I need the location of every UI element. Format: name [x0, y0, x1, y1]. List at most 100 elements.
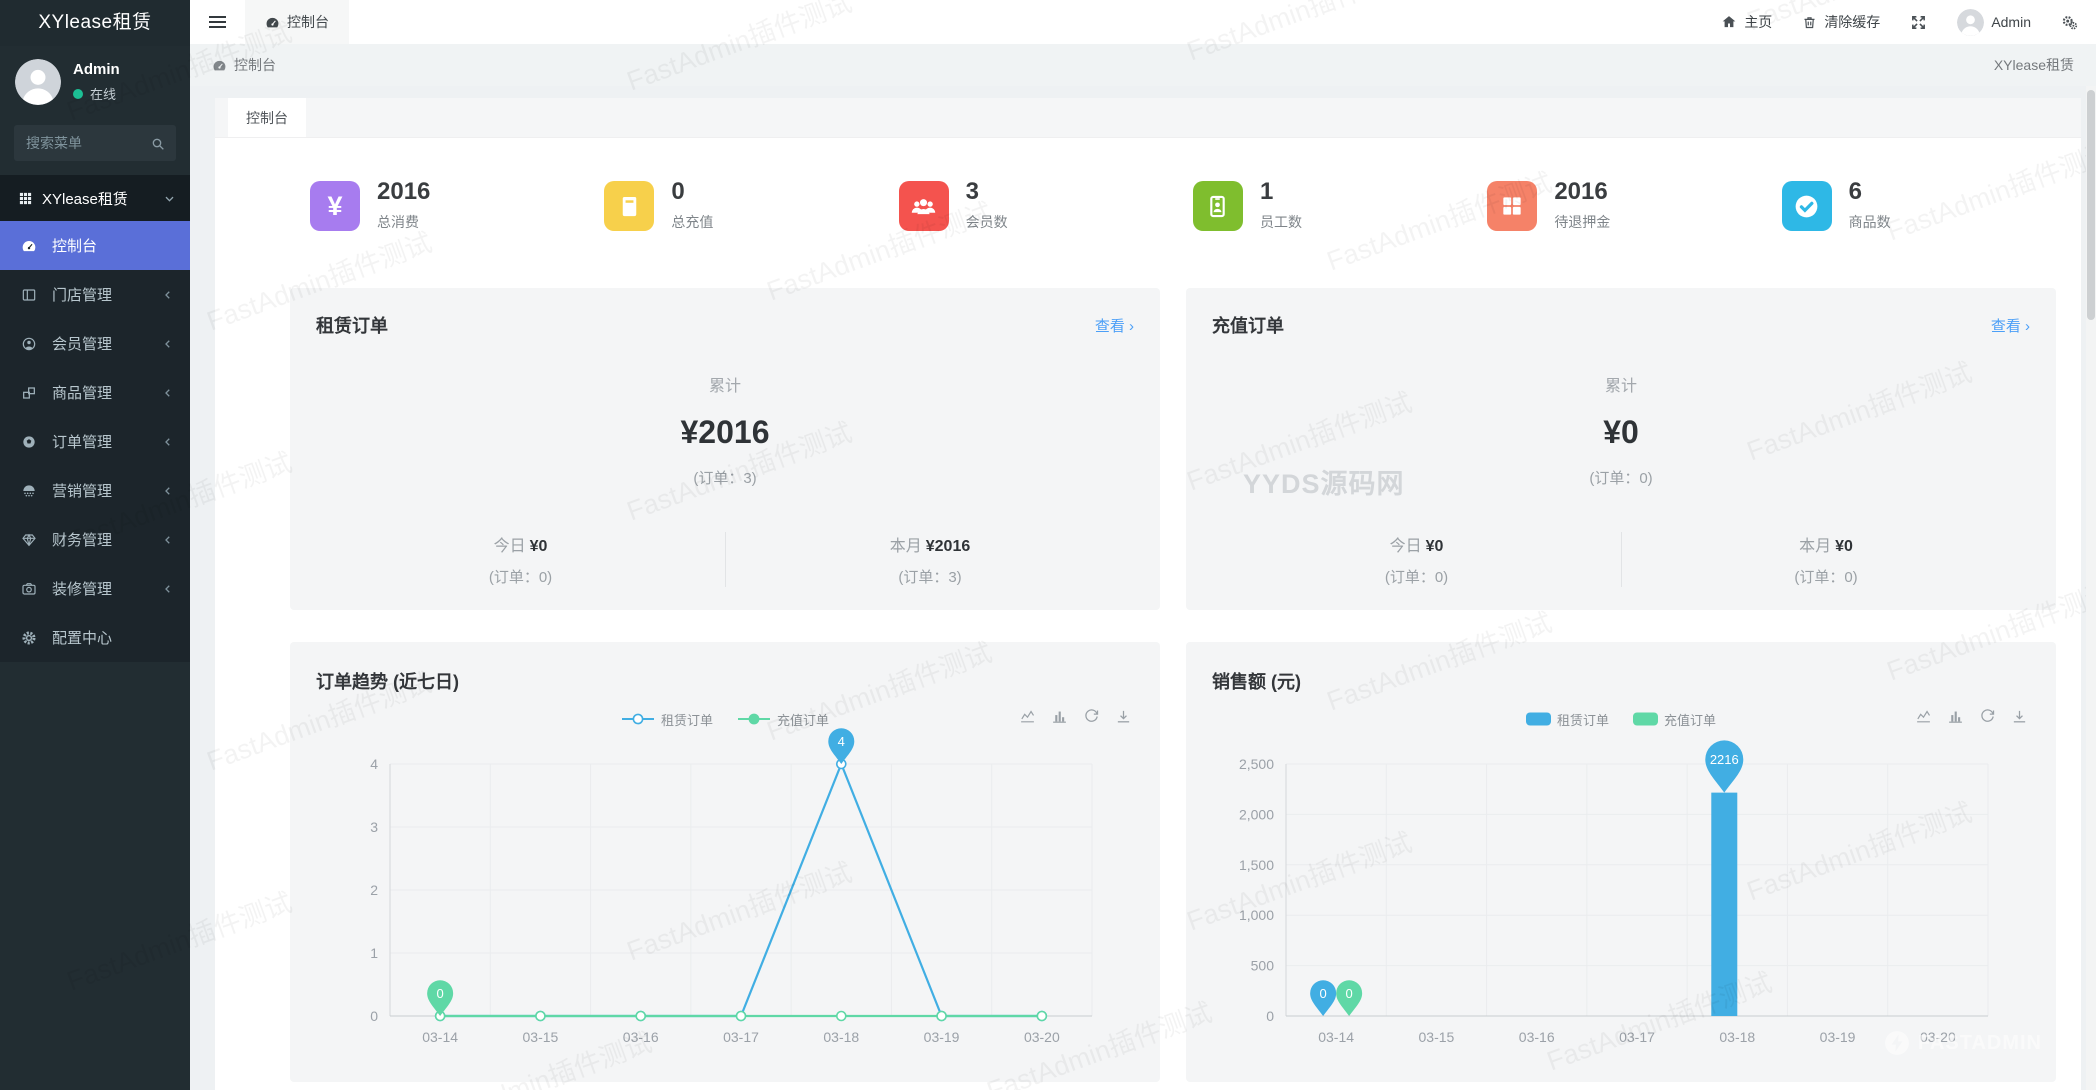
stat-icon: [898, 181, 949, 231]
stat-value: 0: [671, 178, 685, 205]
dashboard-icon: [265, 15, 280, 30]
fastadmin-logo: FASTADMIN: [1884, 1030, 2042, 1056]
sidebar-item[interactable]: 配置中心: [0, 613, 190, 662]
settings-button[interactable]: [2061, 14, 2078, 31]
toolbox-download-icon[interactable]: [2011, 708, 2028, 725]
menu-item-label: 控制台: [52, 238, 98, 255]
menu-item-label: 装修管理: [52, 581, 113, 598]
stat-value: 1: [1259, 178, 1274, 205]
chart-legend: 租赁订单 充值订单: [1212, 708, 2030, 730]
chart-panel: 销售额 (元) 租赁订单 充值订单 0 500 1,000 1,500 2,000 2,50…: [1186, 642, 2056, 1082]
legend-item[interactable]: 充值订单: [737, 710, 829, 729]
sidebar-menu: XYlease租赁 控制台 门店管理 会员管理 商品管理 订单管理 营销管理 财…: [0, 175, 190, 662]
sidebar-item[interactable]: 门店管理: [0, 270, 190, 319]
menu-item-icon: [21, 434, 43, 450]
sidebar-item[interactable]: 商品管理: [0, 368, 190, 417]
sidebar-item[interactable]: 营销管理: [0, 466, 190, 515]
avatar[interactable]: [15, 59, 61, 105]
menu-item-icon: [21, 336, 43, 352]
chart-title: 订单趋势 (近七日): [316, 672, 459, 692]
today-cell: 今日 ¥0 (订单：0): [316, 532, 725, 587]
toolbox-refresh-icon[interactable]: [1083, 708, 1100, 725]
menu-item-label: 订单管理: [52, 434, 113, 451]
today-label: 今日: [1389, 538, 1422, 555]
scrollbar-track[interactable]: [2086, 86, 2096, 1090]
topbar-tab-console[interactable]: 控制台: [245, 0, 349, 44]
svg-text:03-16: 03-16: [623, 1029, 659, 1045]
breadcrumb-right: XYlease租赁: [1993, 57, 2074, 73]
stat-item: 0 总充值: [584, 180, 878, 232]
home-button[interactable]: 主页: [1721, 12, 1772, 32]
month-orders: (订单：3): [898, 569, 962, 586]
fullscreen-button[interactable]: [1910, 14, 1927, 31]
sidebar-item[interactable]: 财务管理: [0, 515, 190, 564]
hamburger-menu-icon[interactable]: [190, 16, 245, 28]
stat-item: 6 商品数: [1762, 180, 2056, 232]
online-dot-icon: [73, 88, 83, 99]
svg-text:4: 4: [370, 756, 378, 772]
svg-text:03-14: 03-14: [1318, 1029, 1354, 1045]
chevron-left-icon: [162, 387, 174, 399]
svg-text:03-19: 03-19: [924, 1029, 960, 1045]
breadcrumb-console[interactable]: 控制台: [212, 55, 276, 75]
stat-icon: [1487, 181, 1538, 231]
month-orders: (订单：0): [1794, 569, 1858, 586]
clear-cache-label: 清除缓存: [1824, 14, 1881, 30]
sidebar-item[interactable]: 控制台: [0, 221, 190, 270]
tab-console[interactable]: 控制台: [228, 98, 306, 137]
menu-item-icon: [21, 532, 43, 548]
chart-panel: 订单趋势 (近七日) 租赁订单 充值订单 0 1 2 3 4 03-14 03-15 03-16…: [290, 642, 1160, 1082]
total-label: 累计: [1604, 378, 1637, 395]
content-card: 控制台 ¥ 2016 总消费 0 总充值 3 会员数 1 员工数 2016 待退…: [215, 98, 2081, 1090]
legend-item[interactable]: 租赁订单: [621, 710, 713, 729]
content-area: 控制台 ¥ 2016 总消费 0 总充值 3 会员数 1 员工数 2016 待退…: [190, 86, 2096, 1090]
svg-text:500: 500: [1251, 958, 1275, 974]
avatar: [1957, 8, 1985, 36]
toolbox-line-icon[interactable]: [1019, 708, 1036, 725]
home-icon: [1721, 14, 1737, 30]
trash-icon: [1802, 15, 1817, 30]
month-cell: 本月 ¥2016 (订单：3): [725, 532, 1134, 587]
toolbox-line-icon[interactable]: [1915, 708, 1932, 725]
sidebar-item[interactable]: 装修管理: [0, 564, 190, 613]
breadcrumb-label: 控制台: [234, 57, 276, 73]
stat-icon: [1781, 181, 1832, 231]
search-icon[interactable]: [150, 133, 166, 153]
total-amount: ¥0: [1603, 414, 1639, 450]
main-area: 控制台 主页 清除缓存 Admin 控制台 XYlease租赁 控制台 ¥ 20…: [190, 0, 2096, 1090]
chevron-left-icon: [162, 338, 174, 350]
toolbox-download-icon[interactable]: [1115, 708, 1132, 725]
stat-label: 会员数: [965, 214, 1008, 230]
stat-icon: ¥: [310, 181, 360, 231]
toolbox-refresh-icon[interactable]: [1979, 708, 1996, 725]
svg-text:4: 4: [838, 734, 845, 749]
view-link[interactable]: 查看 ›: [1991, 315, 2030, 336]
clear-cache-button[interactable]: 清除缓存: [1802, 12, 1880, 32]
toolbox-bar-icon[interactable]: [1051, 708, 1068, 725]
svg-text:0: 0: [1320, 986, 1327, 1001]
topbar-right: 主页 清除缓存 Admin: [1721, 8, 2096, 36]
month-value: ¥2016: [925, 538, 971, 555]
svg-text:1,500: 1,500: [1239, 857, 1274, 873]
sidebar-item[interactable]: 会员管理: [0, 319, 190, 368]
sidebar-item[interactable]: 订单管理: [0, 417, 190, 466]
total-amount: ¥2016: [680, 414, 770, 450]
scrollbar-thumb[interactable]: [2087, 90, 2095, 320]
sidebar-group-xylease[interactable]: XYlease租赁: [0, 175, 190, 221]
toolbox-bar-icon[interactable]: [1947, 708, 1964, 725]
stat-label: 商品数: [1848, 214, 1891, 230]
svg-text:0: 0: [1346, 986, 1353, 1001]
svg-text:03-17: 03-17: [723, 1029, 759, 1045]
legend-item[interactable]: 租赁订单: [1525, 710, 1609, 729]
stat-label: 员工数: [1259, 214, 1302, 230]
menu-item-label: 商品管理: [52, 385, 113, 402]
user-menu[interactable]: Admin: [1957, 8, 2031, 36]
menu-item-label: 门店管理: [52, 287, 113, 304]
menu-item-label: 会员管理: [52, 336, 113, 353]
view-link[interactable]: 查看 ›: [1095, 315, 1134, 336]
stat-label: 总消费: [377, 214, 419, 230]
legend-item[interactable]: 充值订单: [1633, 710, 1716, 729]
fullscreen-arrows-icon: [1910, 14, 1927, 31]
month-label: 本月: [889, 538, 922, 555]
menu-search: [14, 125, 176, 161]
